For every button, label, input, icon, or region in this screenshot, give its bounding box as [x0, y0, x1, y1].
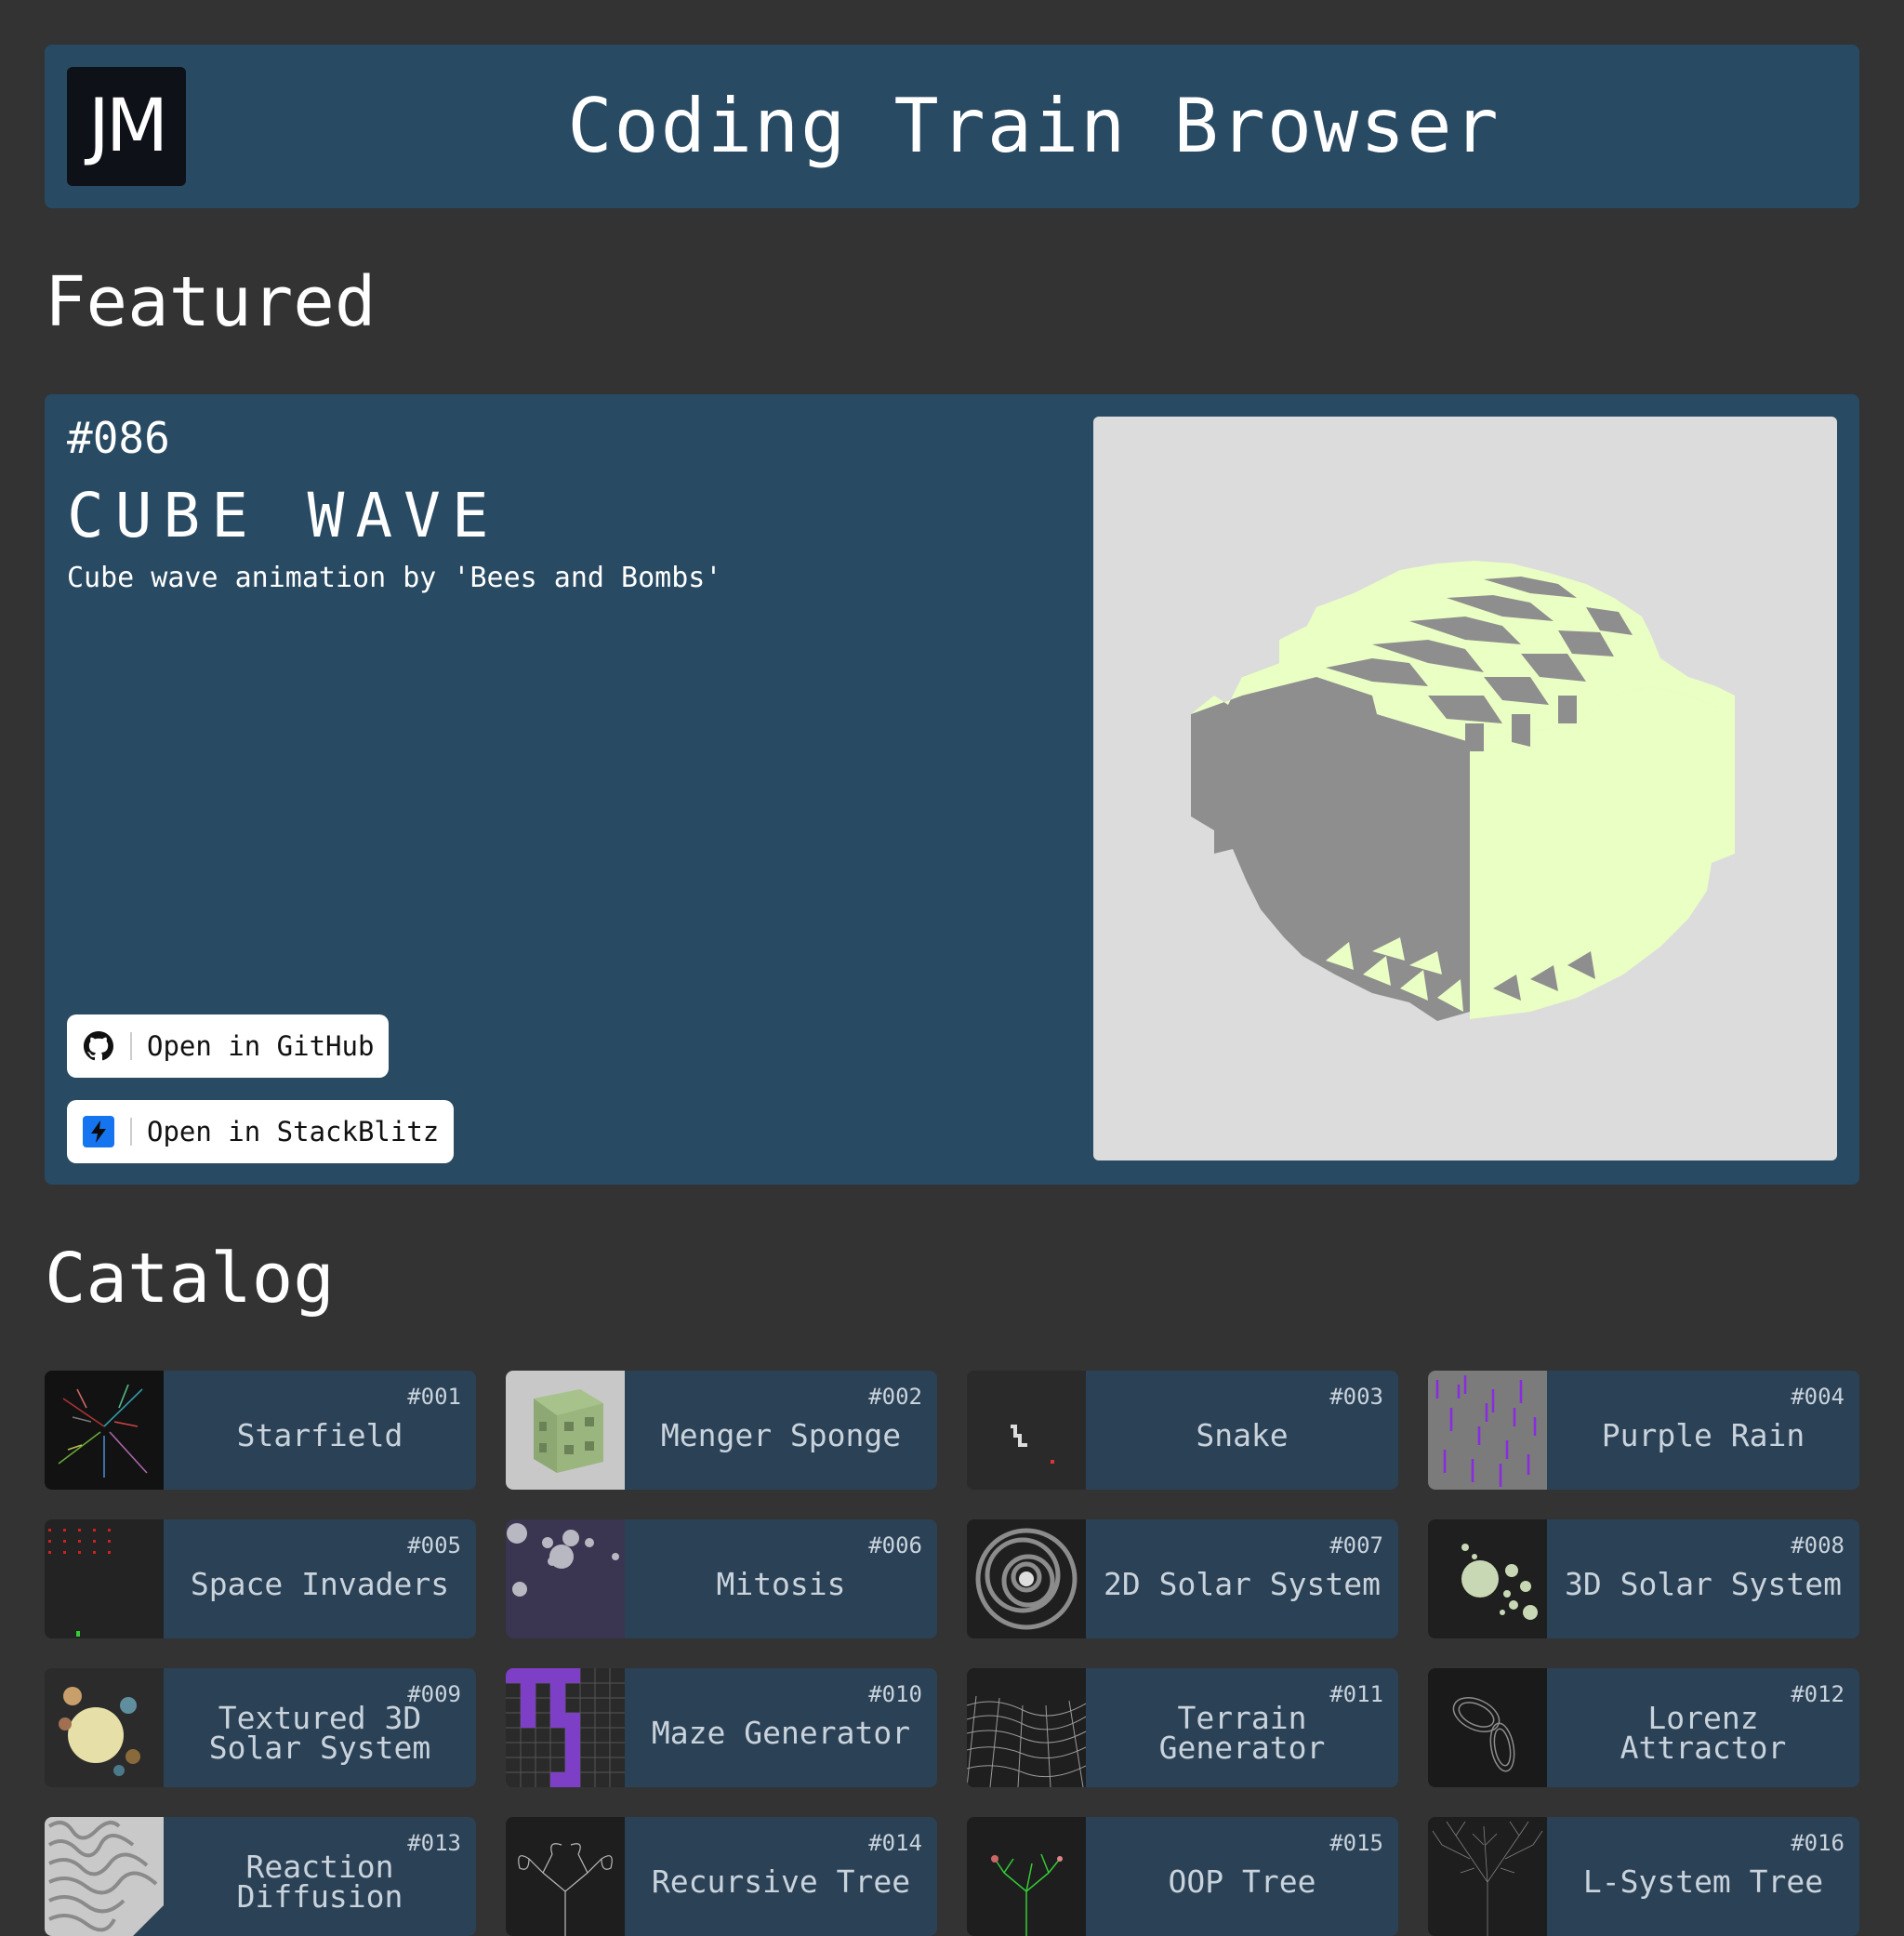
logo[interactable]: JM [67, 67, 186, 186]
l-system-tree-thumbnail [1428, 1817, 1547, 1936]
reaction-diffusion-thumbnail [45, 1817, 164, 1936]
open-github-label: Open in GitHub [147, 1030, 375, 1062]
app-header: JM Coding Train Browser [45, 45, 1859, 208]
tile-name: OOP Tree [1168, 1863, 1316, 1900]
lorenz-attractor-thumbnail [1428, 1668, 1547, 1787]
tile-name: Starfield [236, 1417, 403, 1453]
catalog-tile[interactable]: #009 Textured 3D Solar System [45, 1668, 476, 1787]
tile-name: 2D Solar System [1103, 1566, 1381, 1602]
stackblitz-icon [82, 1115, 115, 1148]
tile-name: Terrain Generator [1158, 1700, 1326, 1766]
catalog-tile[interactable]: #006 Mitosis [506, 1519, 937, 1638]
tile-name: Mitosis [716, 1566, 846, 1602]
tile-name: Maze Generator [651, 1715, 911, 1751]
open-stackblitz-button[interactable]: Open in StackBlitz [67, 1100, 455, 1163]
button-separator [130, 1118, 132, 1146]
catalog-tile[interactable]: #004 Purple Rain [1428, 1371, 1859, 1490]
terrain-generator-thumbnail [967, 1668, 1086, 1787]
space-invaders-thumbnail [45, 1519, 164, 1638]
solar-system-2d-thumbnail [967, 1519, 1086, 1638]
cube-wave-visual [1191, 561, 1735, 1021]
maze-generator-thumbnail [506, 1668, 625, 1787]
catalog-tile[interactable]: #008 3D Solar System [1428, 1519, 1859, 1638]
starfield-thumbnail [45, 1371, 164, 1490]
catalog-tile[interactable]: #002 Menger Sponge [506, 1371, 937, 1490]
tile-name: Recursive Tree [651, 1863, 911, 1900]
tile-name: 3D Solar System [1564, 1566, 1842, 1602]
solar-system-3d-thumbnail [1428, 1519, 1547, 1638]
mitosis-thumbnail [506, 1519, 625, 1638]
featured-heading: Featured [45, 262, 377, 342]
catalog-tile[interactable]: #013 Reaction Diffusion [45, 1817, 476, 1936]
textured-solar-system-thumbnail [45, 1668, 164, 1787]
tile-name: Textured 3D Solar System [208, 1700, 431, 1766]
featured-preview[interactable] [1093, 417, 1837, 1160]
tile-name: Lorenz Attractor [1620, 1700, 1787, 1766]
catalog-tile[interactable]: #012 Lorenz Attractor [1428, 1668, 1859, 1787]
github-icon [82, 1029, 115, 1063]
oop-tree-thumbnail [967, 1817, 1086, 1936]
catalog-tile[interactable]: #010 Maze Generator [506, 1668, 937, 1787]
snake-thumbnail [967, 1371, 1086, 1490]
tile-name: Snake [1196, 1417, 1289, 1453]
recursive-tree-thumbnail [506, 1817, 625, 1936]
catalog-tile[interactable]: #005 Space Invaders [45, 1519, 476, 1638]
tile-name: Menger Sponge [660, 1417, 902, 1453]
catalog-tile[interactable]: #003 Snake [967, 1371, 1398, 1490]
featured-number: #086 [67, 413, 170, 463]
catalog-tile[interactable]: #001 Starfield [45, 1371, 476, 1490]
app-title: Coding Train Browser [567, 83, 1501, 169]
catalog-tile[interactable]: #011 Terrain Generator [967, 1668, 1398, 1787]
tile-name: Reaction Diffusion [236, 1849, 403, 1915]
featured-card: #086 CUBE WAVE Cube wave animation by 'B… [45, 394, 1859, 1185]
tile-name: Purple Rain [1601, 1417, 1805, 1453]
open-github-button[interactable]: Open in GitHub [67, 1014, 390, 1078]
catalog-tile[interactable]: #015 OOP Tree [967, 1817, 1398, 1936]
featured-description: Cube wave animation by 'Bees and Bombs' [67, 562, 722, 594]
menger-sponge-thumbnail [506, 1371, 625, 1490]
tile-name: L-System Tree [1582, 1863, 1824, 1900]
catalog-grid: #001 Starfield #002 Menger Sponge #003 S… [45, 1371, 1859, 1936]
featured-title: CUBE WAVE [67, 480, 500, 551]
open-stackblitz-label: Open in StackBlitz [147, 1116, 440, 1147]
purple-rain-thumbnail [1428, 1371, 1547, 1490]
tile-name: Space Invaders [190, 1566, 450, 1602]
catalog-tile[interactable]: #007 2D Solar System [967, 1519, 1398, 1638]
catalog-tile[interactable]: #016 L-System Tree [1428, 1817, 1859, 1936]
catalog-tile[interactable]: #014 Recursive Tree [506, 1817, 937, 1936]
button-separator [130, 1032, 132, 1060]
catalog-heading: Catalog [45, 1239, 335, 1319]
